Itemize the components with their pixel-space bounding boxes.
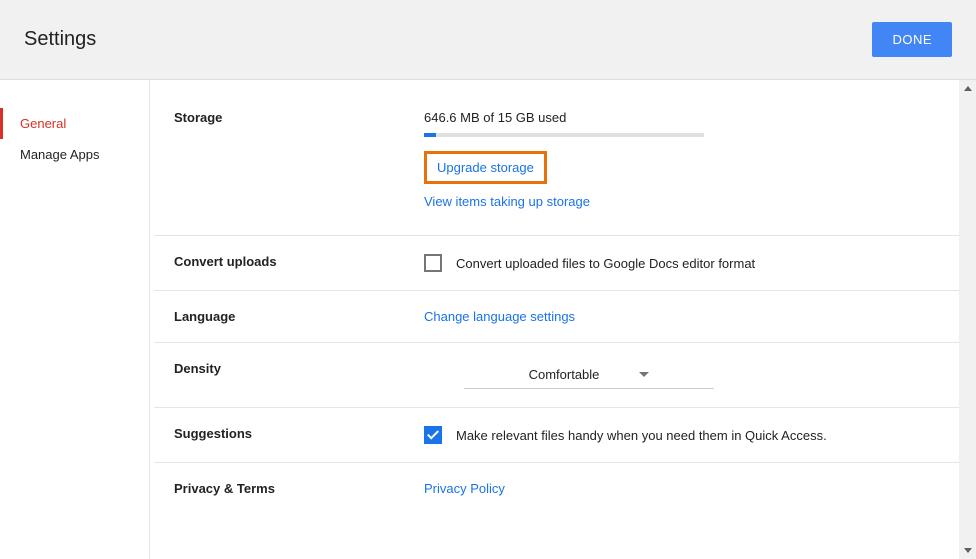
section-label-suggestions: Suggestions bbox=[174, 426, 424, 444]
page-title: Settings bbox=[24, 28, 96, 51]
section-language: Language Change language settings bbox=[154, 291, 976, 343]
privacy-policy-link[interactable]: Privacy Policy bbox=[424, 481, 956, 496]
section-convert-uploads: Convert uploads Convert uploaded files t… bbox=[154, 236, 976, 291]
sidebar-item-manage-apps[interactable]: Manage Apps bbox=[0, 139, 149, 170]
view-items-link[interactable]: View items taking up storage bbox=[424, 194, 956, 209]
storage-body: 646.6 MB of 15 GB used Upgrade storage V… bbox=[424, 110, 956, 217]
section-label-privacy: Privacy & Terms bbox=[174, 481, 424, 504]
upgrade-storage-link[interactable]: Upgrade storage bbox=[437, 160, 534, 175]
arrow-up-icon bbox=[964, 86, 972, 91]
change-language-link[interactable]: Change language settings bbox=[424, 309, 575, 324]
convert-uploads-label: Convert uploaded files to Google Docs ed… bbox=[456, 256, 755, 271]
section-storage: Storage 646.6 MB of 15 GB used Upgrade s… bbox=[154, 80, 976, 236]
suggestions-checkbox[interactable] bbox=[424, 426, 442, 444]
section-label-density: Density bbox=[174, 361, 424, 389]
suggestions-row: Make relevant files handy when you need … bbox=[424, 426, 956, 444]
storage-progress-bar bbox=[424, 133, 704, 137]
scroll-up-button[interactable] bbox=[959, 80, 976, 97]
settings-header: Settings DONE bbox=[0, 0, 976, 80]
main-panel: Storage 646.6 MB of 15 GB used Upgrade s… bbox=[150, 80, 976, 559]
arrow-down-icon bbox=[964, 548, 972, 553]
sidebar: General Manage Apps bbox=[0, 80, 150, 559]
sidebar-item-label: General bbox=[20, 116, 66, 131]
convert-uploads-row: Convert uploaded files to Google Docs ed… bbox=[424, 254, 956, 272]
section-label-storage: Storage bbox=[174, 110, 424, 217]
sidebar-item-general[interactable]: General bbox=[0, 108, 149, 139]
scrollbar[interactable] bbox=[959, 80, 976, 559]
section-suggestions: Suggestions Make relevant files handy wh… bbox=[154, 408, 976, 463]
scroll-down-button[interactable] bbox=[959, 542, 976, 559]
section-label-convert: Convert uploads bbox=[174, 254, 424, 272]
chevron-down-icon bbox=[639, 372, 649, 377]
section-privacy: Privacy & Terms Privacy Policy bbox=[154, 463, 976, 522]
density-select[interactable]: Comfortable bbox=[464, 361, 714, 389]
section-density: Density Comfortable bbox=[154, 343, 976, 408]
sidebar-item-label: Manage Apps bbox=[20, 147, 100, 162]
suggestions-label: Make relevant files handy when you need … bbox=[456, 428, 827, 443]
upgrade-storage-highlight: Upgrade storage bbox=[424, 151, 547, 184]
content: General Manage Apps Storage 646.6 MB of … bbox=[0, 80, 976, 559]
density-selected-text: Comfortable bbox=[529, 367, 600, 382]
storage-progress-fill bbox=[424, 133, 436, 137]
done-button[interactable]: DONE bbox=[872, 22, 952, 57]
convert-uploads-checkbox[interactable] bbox=[424, 254, 442, 272]
storage-usage-text: 646.6 MB of 15 GB used bbox=[424, 110, 956, 125]
section-label-language: Language bbox=[174, 309, 424, 324]
